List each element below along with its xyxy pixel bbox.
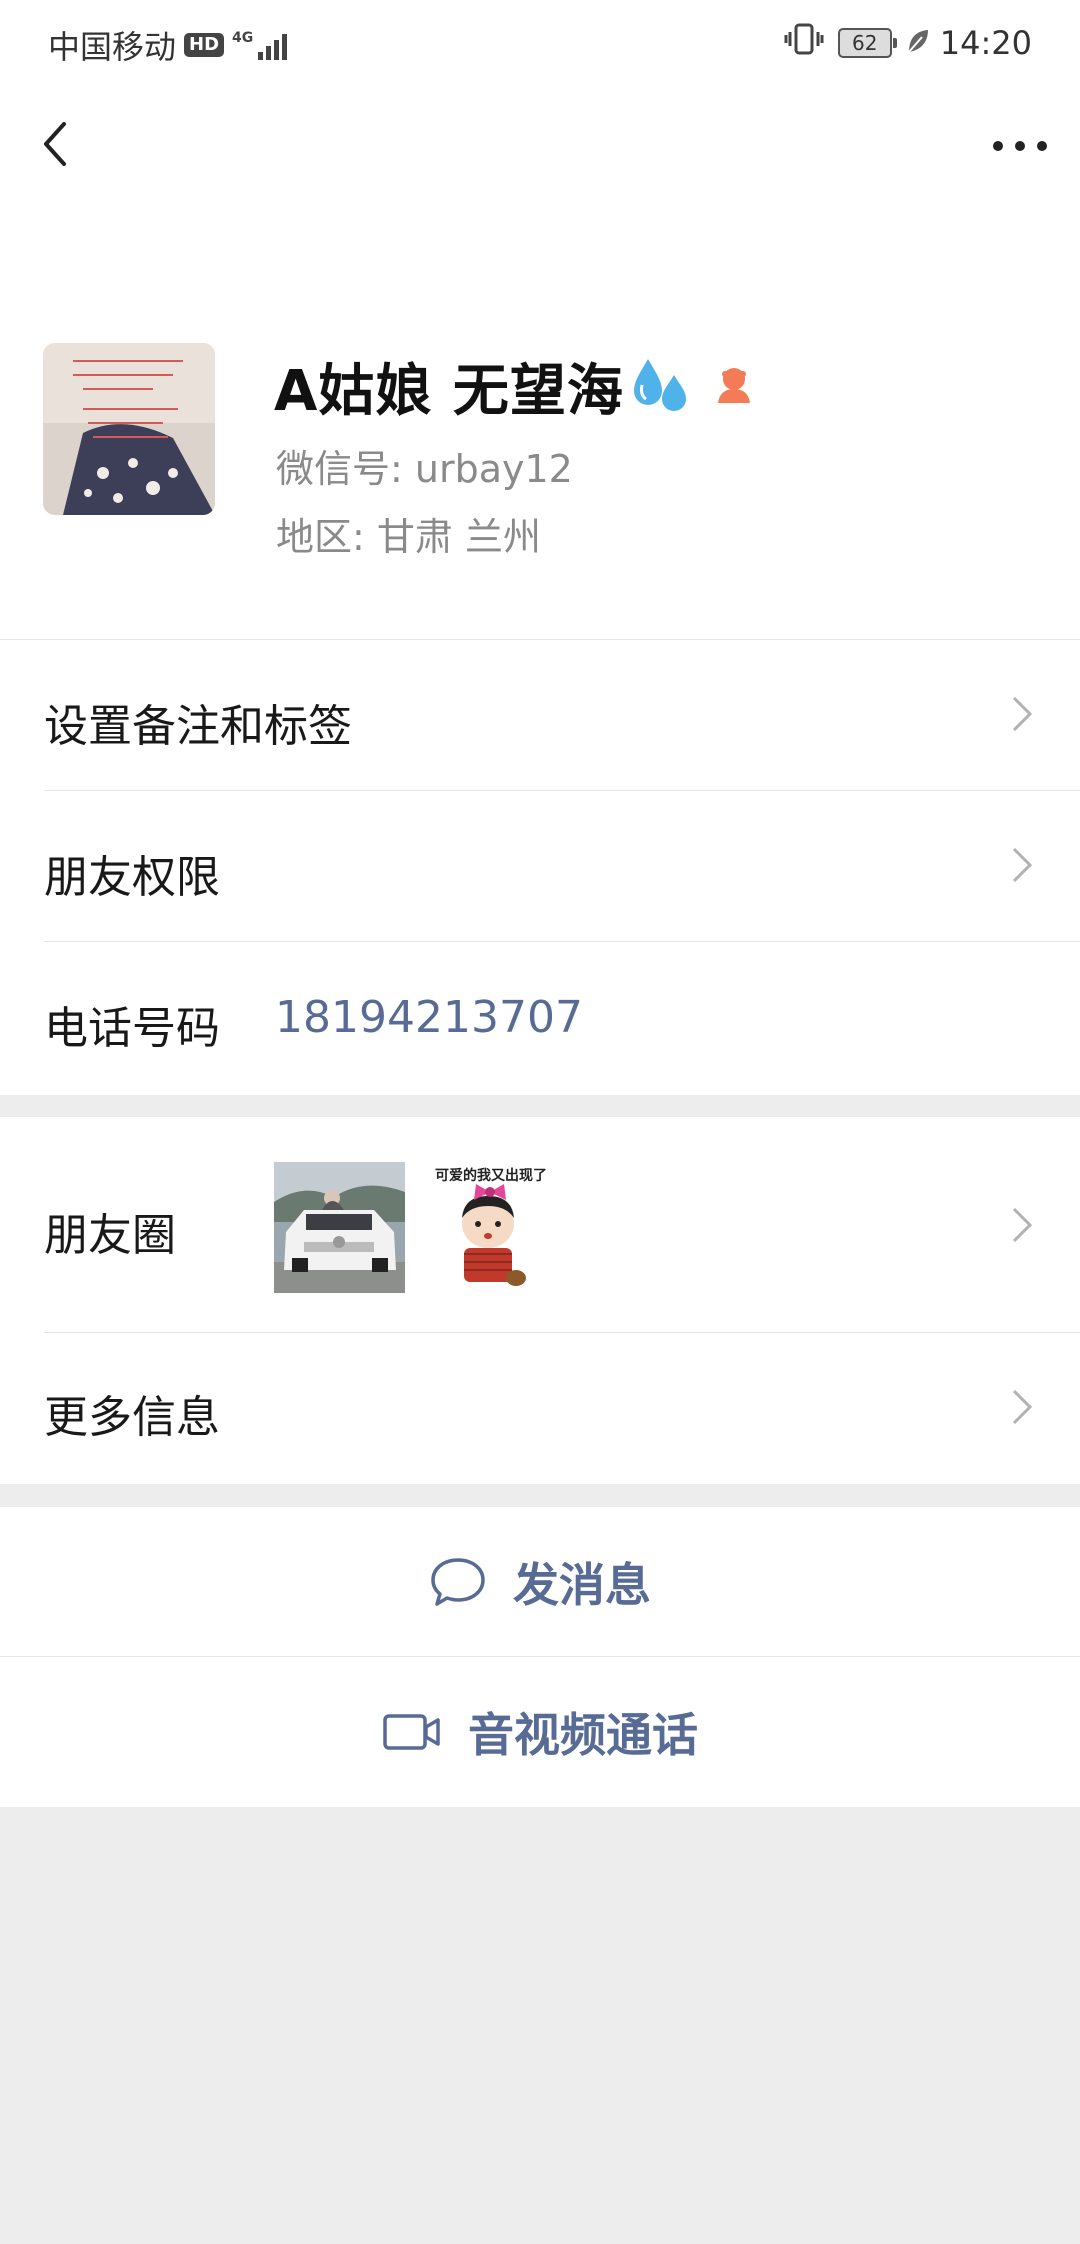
carrier-name: 中国移动 [48, 28, 177, 66]
more-info-label: 更多信息 [44, 1392, 220, 1443]
settings-group: 设置备注和标签 朋友权限 电话号码 18194213707 [0, 640, 1080, 1095]
video-call-label: 音视频通话 [468, 1708, 698, 1762]
signal-icon: 4G [232, 30, 288, 60]
remark-and-tags-label: 设置备注和标签 [44, 701, 352, 752]
status-bar-left: 中国移动 HD 4G [48, 22, 288, 68]
network-type: 4G [232, 30, 254, 46]
moments-thumbnail-car [274, 1162, 405, 1293]
moments-group: 朋友圈 可爱的我又出现了 更多信息 [0, 1117, 1080, 1484]
chevron-right-icon [1012, 696, 1033, 732]
send-message-label: 发消息 [513, 1558, 651, 1612]
region: 地区: 甘肃 兰州 [276, 515, 541, 559]
vibrate-icon [784, 22, 824, 64]
phone-number-link[interactable]: 18194213707 [275, 992, 583, 1043]
video-call-button[interactable]: 音视频通话 [0, 1657, 1080, 1807]
remark-and-tags-row[interactable]: 设置备注和标签 [0, 640, 1080, 791]
profile-card: A姑娘 无望海 微信号: urbay12 地区: 甘肃 兰州 [0, 216, 1080, 640]
hd-badge: HD [184, 33, 225, 57]
name-row: A姑娘 无望海 [274, 346, 756, 427]
nav-bar [0, 86, 1080, 216]
actions-group: 发消息 音视频通话 [0, 1507, 1080, 1807]
moments-row[interactable]: 朋友圈 可爱的我又出现了 [0, 1117, 1080, 1333]
contact-profile-page: 中国移动 HD 4G 62 14:20 A姑娘 无望海 微信号: urbay12… [0, 0, 1080, 2244]
phone-row: 电话号码 18194213707 [0, 942, 1080, 1093]
leaf-icon [906, 24, 930, 62]
chevron-right-icon [1012, 847, 1033, 883]
water-drops-icon [628, 355, 694, 419]
chevron-right-icon [1012, 1389, 1033, 1425]
friend-permissions-row[interactable]: 朋友权限 [0, 791, 1080, 942]
chevron-right-icon [1012, 1207, 1033, 1243]
status-bar-right: 62 14:20 [784, 22, 1032, 64]
more-dots-icon [993, 141, 1047, 151]
send-message-button[interactable]: 发消息 [0, 1507, 1080, 1657]
status-bar: 中国移动 HD 4G 62 14:20 [0, 0, 1080, 86]
moments-thumbnail-sticker: 可爱的我又出现了 [426, 1162, 557, 1293]
wechat-id: 微信号: urbay12 [276, 447, 573, 491]
phone-label: 电话号码 [44, 1003, 220, 1054]
clock-time: 14:20 [939, 24, 1032, 62]
female-icon [712, 363, 756, 411]
chevron-left-icon [44, 122, 66, 166]
avatar[interactable] [43, 343, 215, 515]
more-info-row[interactable]: 更多信息 [0, 1333, 1080, 1484]
battery-icon: 62 [837, 28, 897, 58]
moments-label: 朋友圈 [44, 1210, 176, 1261]
more-button[interactable] [988, 116, 1052, 176]
contact-name: A姑娘 无望海 [274, 359, 624, 424]
chat-bubble-icon [429, 1556, 487, 1608]
sticker-caption: 可爱的我又出现了 [435, 1167, 547, 1184]
video-camera-icon [382, 1712, 442, 1752]
friend-permissions-label: 朋友权限 [44, 852, 220, 903]
back-button[interactable] [28, 114, 88, 174]
